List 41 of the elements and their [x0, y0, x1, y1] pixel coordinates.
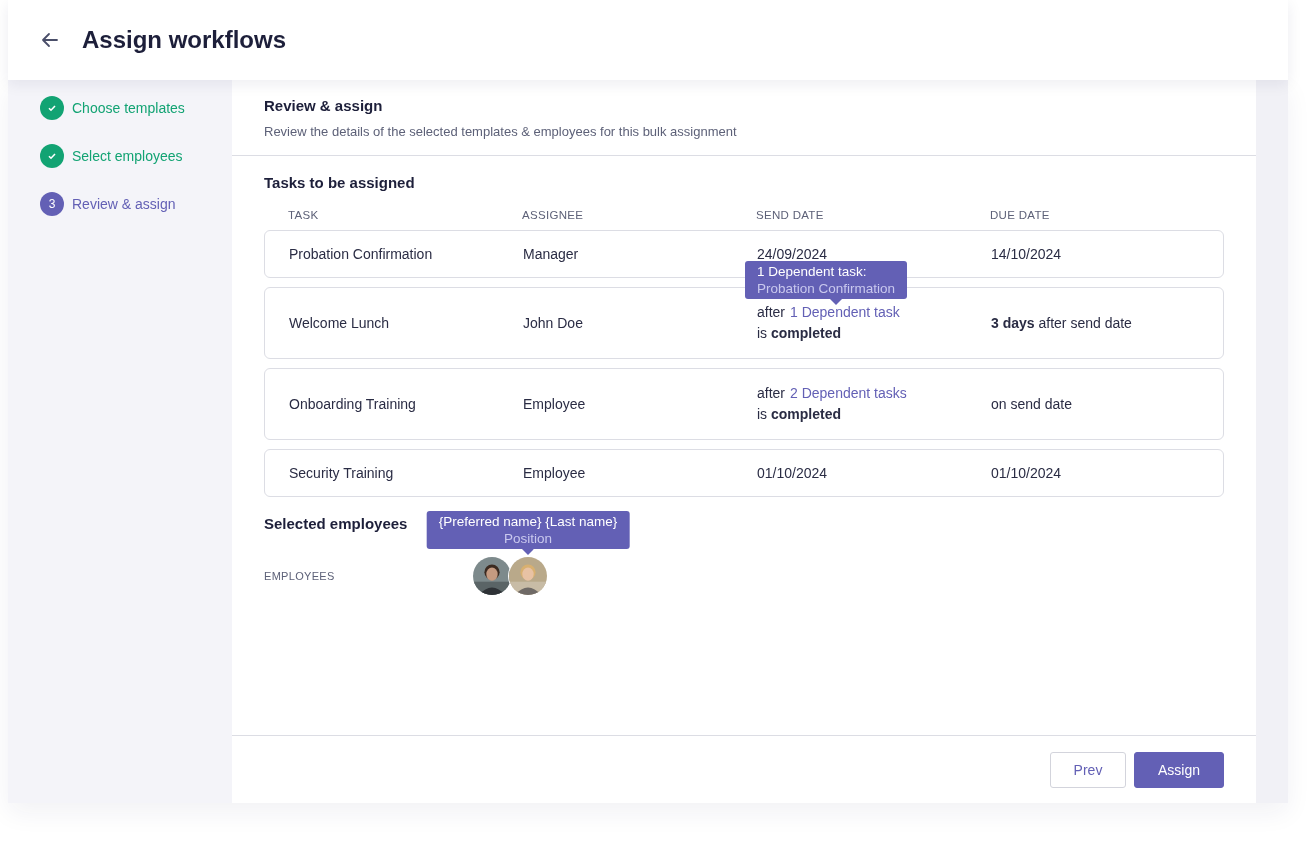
section-title: Review & assign: [264, 97, 384, 114]
step-label[interactable]: Select employees: [72, 148, 183, 164]
task-name: Security Training: [289, 463, 395, 483]
tooltip-title: 1 Dependent task:: [757, 263, 868, 280]
send-condition: is completed: [757, 324, 842, 343]
section-description: Review the details of the selected templates & employees for this bulk assignment: [264, 124, 738, 139]
employees-label: EMPLOYEES: [264, 570, 336, 582]
task-name: Onboarding Training: [289, 394, 417, 414]
tooltip-title: {Preferred name} {Last name}: [438, 513, 618, 530]
employees-title: Selected employees: [264, 515, 408, 532]
tooltip-subtitle: Position: [504, 530, 552, 547]
send-condition: after: [757, 384, 785, 403]
column-header: SEND DATE: [756, 209, 825, 221]
step-label[interactable]: Choose templates: [72, 100, 185, 116]
due-date: 3 days after send date: [991, 313, 1133, 333]
page-title: Assign workflows: [82, 26, 287, 54]
send-date: 24/09/2024: [757, 246, 829, 262]
back-arrow-icon[interactable]: [40, 30, 60, 50]
assignee: Manager: [523, 244, 580, 264]
task-name: Welcome Lunch: [289, 313, 391, 333]
step-number: 3: [40, 192, 64, 216]
assignee: Employee: [523, 463, 587, 483]
assignee: Employee: [523, 394, 587, 414]
assign-button[interactable]: Assign: [1134, 751, 1224, 788]
dependent-tasks-link[interactable]: 2 Dependent tasks: [790, 383, 907, 404]
step-label[interactable]: Review & assign: [72, 196, 176, 212]
tooltip-subtitle: Probation Confirmation: [757, 280, 896, 297]
send-date: 01/10/2024: [757, 465, 829, 481]
dependent-tasks-link[interactable]: 1 Dependent task: [790, 302, 900, 323]
prev-button[interactable]: Prev: [1050, 751, 1126, 788]
column-header: DUE DATE: [990, 209, 1051, 221]
tasks-title: Tasks to be assigned: [264, 174, 416, 191]
task-name: Probation Confirmation: [289, 244, 434, 264]
due-date: 01/10/2024: [991, 463, 1063, 483]
assignee: John Doe: [523, 313, 584, 333]
send-condition: after: [757, 303, 785, 322]
due-date: 14/10/2024: [991, 244, 1063, 264]
send-condition: is completed: [757, 405, 842, 424]
column-header: ASSIGNEE: [522, 209, 585, 221]
due-date: on send date: [991, 394, 1073, 414]
column-header: TASK: [288, 209, 320, 221]
